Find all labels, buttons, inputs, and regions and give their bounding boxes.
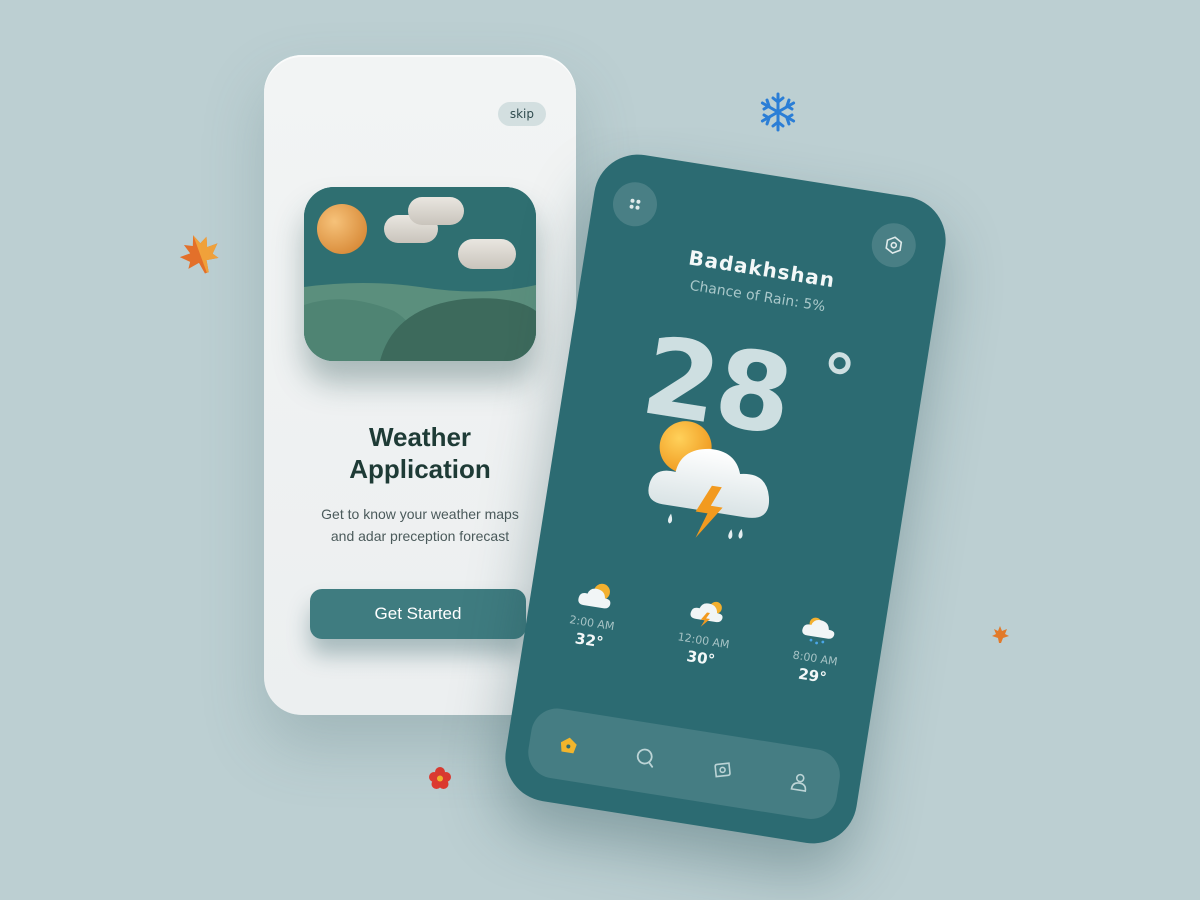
- compass-icon: [714, 762, 731, 778]
- title-line-1: Weather: [368, 422, 472, 452]
- nav-search[interactable]: [620, 733, 670, 783]
- onboarding-description: Get to know your weather maps and adar p…: [294, 503, 546, 547]
- profile-icon: [790, 773, 807, 792]
- flower-icon: [429, 767, 451, 789]
- snowflake-icon: [760, 92, 796, 132]
- rain-cloud-icon: [802, 617, 835, 645]
- onboarding-title: Weather Application: [264, 421, 576, 485]
- nav-home[interactable]: [543, 720, 593, 770]
- settings-button[interactable]: [868, 220, 919, 271]
- partly-cloudy-icon: [578, 583, 611, 609]
- description-line-2: and adar preception forecast: [330, 528, 510, 544]
- thunderstorm-sun-icon: [648, 421, 769, 540]
- nav-explore[interactable]: [697, 745, 747, 795]
- maple-leaf-icon: [179, 235, 219, 274]
- description-line-1: Get to know your weather maps: [321, 506, 519, 522]
- search-icon: [636, 748, 654, 768]
- bottom-nav: [524, 704, 844, 823]
- skip-button[interactable]: skip: [497, 102, 546, 126]
- landscape-sun-clouds-icon: [304, 187, 536, 361]
- menu-button[interactable]: [609, 179, 661, 230]
- hourly-forecast: 2:00 AM 32° 12:00 AM 30° 8:00 AM 29°: [543, 574, 866, 692]
- settings-hexagon-icon: [885, 236, 903, 255]
- get-started-button[interactable]: Get Started: [310, 589, 526, 639]
- hourly-item[interactable]: 12:00 AM 30°: [655, 592, 755, 674]
- hourly-item[interactable]: 8:00 AM 29°: [767, 609, 867, 691]
- dots-menu-icon: [629, 198, 641, 210]
- thunder-cloud-icon: [690, 601, 723, 627]
- home-icon: [560, 737, 577, 754]
- small-leaf-icon: [992, 626, 1009, 643]
- title-line-2: Application: [349, 454, 491, 484]
- nav-profile[interactable]: [774, 757, 824, 807]
- hourly-item[interactable]: 2:00 AM 32°: [543, 574, 643, 656]
